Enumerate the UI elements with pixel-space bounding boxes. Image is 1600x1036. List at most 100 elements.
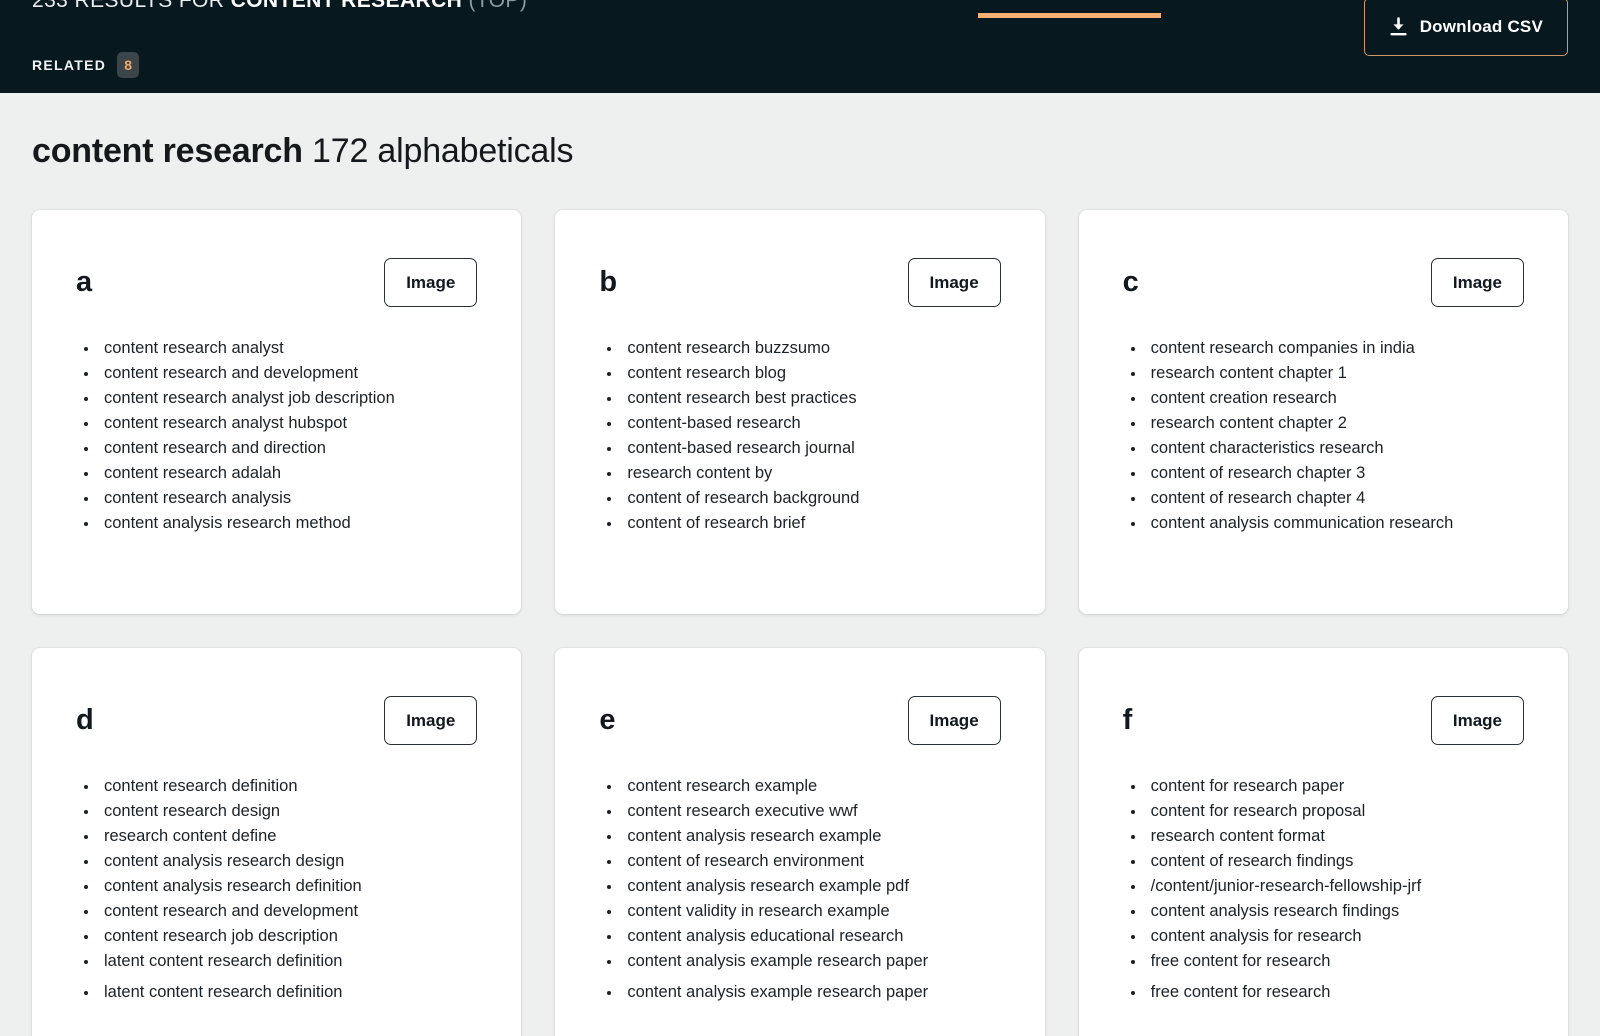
card-letter: c — [1122, 266, 1139, 299]
main-content: content research 172 alphabeticals a Ima… — [0, 131, 1600, 1036]
keyword-item[interactable]: content of research findings — [1123, 849, 1524, 874]
keyword-list: content research analyst content researc… — [76, 336, 477, 536]
card-letter: e — [599, 704, 616, 737]
keyword-item[interactable]: content-based research — [599, 411, 1000, 436]
keyword-item[interactable]: content analysis example research paper — [599, 980, 1000, 1005]
image-button[interactable]: Image — [384, 696, 478, 746]
card-letter: d — [76, 704, 94, 737]
keyword-item[interactable]: latent content research definition — [76, 949, 477, 974]
keyword-item[interactable]: content analysis research example pdf — [599, 874, 1000, 899]
keyword-item[interactable]: content of research background — [599, 486, 1000, 511]
keyword-item[interactable]: content research example — [599, 774, 1000, 799]
keyword-item[interactable]: research content chapter 2 — [1123, 411, 1524, 436]
keyword-item[interactable]: research content define — [76, 824, 477, 849]
top-header-bar: 233 RESULTS FOR CONTENT RESEARCH (TOP) O… — [0, 0, 1600, 93]
results-keyword: CONTENT RESEARCH — [230, 0, 463, 12]
keyword-item[interactable]: content research analysis — [76, 486, 477, 511]
card-header: c Image — [1123, 252, 1524, 314]
keyword-list: content for research paper content for r… — [1123, 774, 1524, 1005]
keyword-item[interactable]: content analysis example research paper — [599, 949, 1000, 974]
keyword-item[interactable]: content of research environment — [599, 849, 1000, 874]
alphabetical-card: c Image content research companies in in… — [1078, 209, 1568, 614]
keyword-item[interactable]: content research buzzsumo — [599, 336, 1000, 361]
page-title-term: content research — [32, 132, 303, 170]
tab-alphabeticals[interactable]: ALPHABETICALS — [978, 0, 1161, 18]
keyword-item[interactable]: content research job description — [76, 924, 477, 949]
keyword-list: content research definition content rese… — [76, 774, 477, 1005]
keyword-item[interactable]: content research analyst job description — [76, 386, 477, 411]
keyword-item[interactable]: content research and development — [76, 361, 477, 386]
keyword-item[interactable]: content for research proposal — [1123, 799, 1524, 824]
keyword-item[interactable]: content research and direction — [76, 436, 477, 461]
card-letter: b — [599, 266, 618, 299]
keyword-list: content research example content researc… — [599, 774, 1000, 1005]
keyword-item[interactable]: content research and development — [76, 899, 477, 924]
keyword-item[interactable]: content characteristics research — [1123, 436, 1524, 461]
image-button[interactable]: Image — [384, 258, 478, 308]
card-header: b Image — [599, 252, 1001, 314]
header-tabs: OVERVIEW QUESTIONS ALPHABETICALS COMPARI… — [700, 0, 1452, 18]
download-csv-button[interactable]: Download CSV — [1363, 0, 1568, 56]
keyword-item[interactable]: content research analyst hubspot — [76, 411, 477, 436]
image-button[interactable]: Image — [1430, 258, 1524, 308]
keyword-item[interactable]: content analysis educational research — [599, 924, 1000, 949]
keyword-item[interactable]: /content/junior-research-fellowship-jrf — [1123, 874, 1524, 899]
related-count-badge: 8 — [117, 52, 140, 78]
keyword-item[interactable]: content research definition — [76, 774, 477, 799]
tab-questions[interactable]: QUESTIONS — [835, 0, 978, 18]
keyword-item[interactable]: content research blog — [599, 361, 1000, 386]
keyword-item[interactable]: content research best practices — [599, 386, 1000, 411]
alphabetical-card: b Image content research buzzsumo conten… — [555, 209, 1045, 614]
alphabeticals-card-grid: a Image content research analyst content… — [32, 209, 1568, 1036]
card-header: a Image — [76, 252, 478, 314]
page-title: content research 172 alphabeticals — [32, 131, 1568, 172]
image-button[interactable]: Image — [907, 696, 1001, 746]
keyword-item[interactable]: content analysis research design — [76, 849, 477, 874]
card-letter: a — [76, 266, 93, 299]
keyword-list: content research companies in india rese… — [1123, 336, 1524, 536]
keyword-item[interactable]: content of research chapter 4 — [1123, 486, 1524, 511]
keyword-item[interactable]: content of research brief — [599, 511, 1000, 536]
tab-overview[interactable]: OVERVIEW — [700, 0, 835, 18]
page-title-subtitle: 172 alphabeticals — [312, 132, 574, 170]
keyword-item[interactable]: research content chapter 1 — [1123, 361, 1524, 386]
keyword-item[interactable]: content for research paper — [1123, 774, 1524, 799]
keyword-item[interactable]: latent content research definition — [76, 980, 477, 1005]
results-summary: 233 RESULTS FOR CONTENT RESEARCH (TOP) — [32, 0, 527, 18]
keyword-item[interactable]: content research executive wwf — [599, 799, 1000, 824]
keyword-item[interactable]: free content for research — [1123, 949, 1524, 974]
results-scope: (TOP) — [468, 0, 528, 12]
keyword-item[interactable]: content analysis research findings — [1123, 899, 1524, 924]
alphabetical-card: f Image content for research paper conte… — [1078, 647, 1568, 1036]
keyword-item[interactable]: content research adalah — [76, 461, 477, 486]
keyword-list: content research buzzsumo content resear… — [599, 336, 1000, 536]
results-count: 233 — [32, 0, 69, 12]
card-header: d Image — [76, 690, 478, 752]
keyword-item[interactable]: content analysis communication research — [1123, 511, 1524, 536]
keyword-item[interactable]: content research analyst — [76, 336, 477, 361]
download-icon — [1389, 17, 1408, 37]
keyword-item[interactable]: content research design — [76, 799, 477, 824]
keyword-item[interactable]: research content format — [1123, 824, 1524, 849]
card-header: e Image — [599, 690, 1001, 752]
alphabetical-card: a Image content research analyst content… — [32, 209, 522, 614]
keyword-item[interactable]: content creation research — [1123, 386, 1524, 411]
keyword-item[interactable]: content analysis research definition — [76, 874, 477, 899]
image-button[interactable]: Image — [1430, 696, 1524, 746]
related-section-header[interactable]: RELATED 8 — [32, 52, 140, 78]
image-button[interactable]: Image — [907, 258, 1001, 308]
keyword-item[interactable]: content research companies in india — [1123, 336, 1524, 361]
tab-comparisons[interactable]: COMPARISONS — [1161, 0, 1329, 18]
alphabetical-card: d Image content research definition cont… — [32, 647, 522, 1036]
keyword-item[interactable]: content validity in research example — [599, 899, 1000, 924]
keyword-item[interactable]: content analysis for research — [1123, 924, 1524, 949]
keyword-item[interactable]: content-based research journal — [599, 436, 1000, 461]
keyword-item[interactable]: content of research chapter 3 — [1123, 461, 1524, 486]
download-csv-label: Download CSV — [1419, 17, 1543, 36]
keyword-item[interactable]: content analysis research method — [76, 511, 477, 536]
results-summary-text: 233 RESULTS FOR CONTENT RESEARCH (TOP) — [32, 0, 527, 13]
keyword-item[interactable]: content analysis research example — [599, 824, 1000, 849]
keyword-item[interactable]: research content by — [599, 461, 1000, 486]
card-letter: f — [1122, 704, 1133, 737]
keyword-item[interactable]: free content for research — [1123, 980, 1524, 1005]
